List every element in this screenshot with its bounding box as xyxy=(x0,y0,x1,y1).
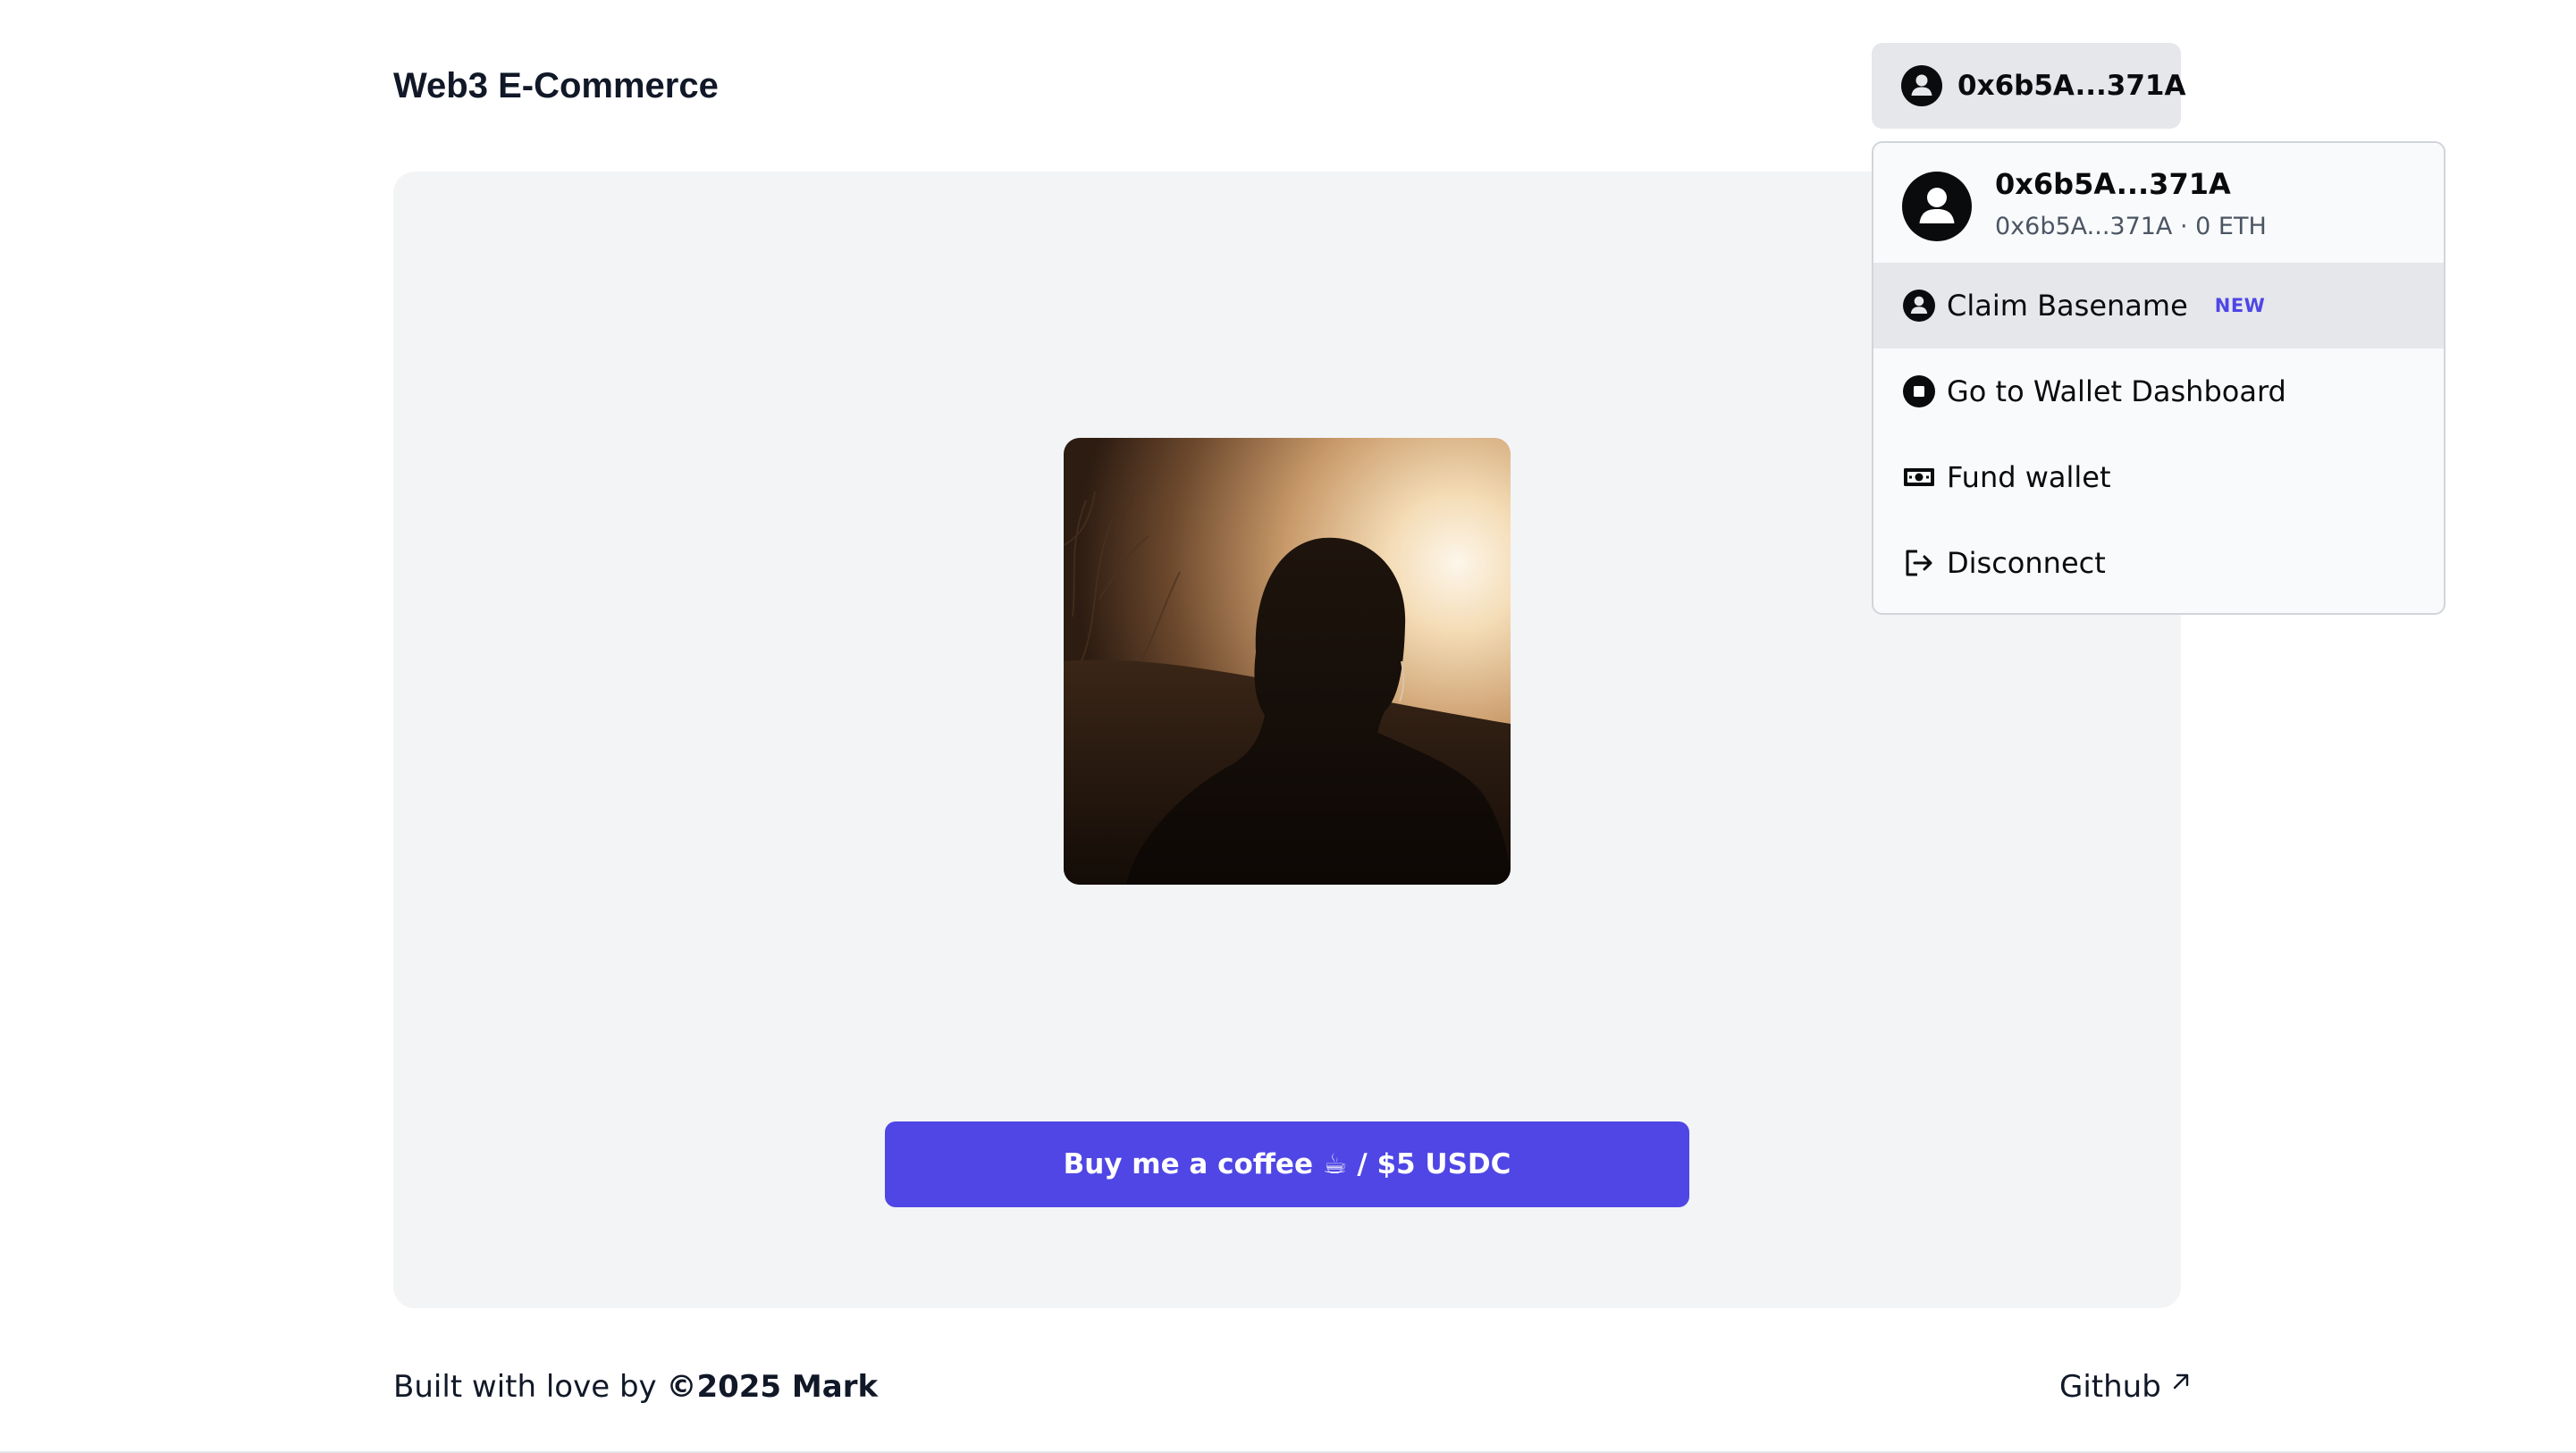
wallet-dashboard-icon xyxy=(1903,375,1935,407)
site-title: Web3 E-Commerce xyxy=(393,66,719,105)
silhouette-photo xyxy=(1064,438,1511,885)
dropdown-name: 0x6b5A...371A xyxy=(1995,167,2231,201)
github-link[interactable]: Github xyxy=(2059,1367,2192,1407)
fund-wallet-item[interactable]: Fund wallet xyxy=(1873,434,2444,520)
buy-coffee-button[interactable]: Buy me a coffee ☕ / $5 USDC xyxy=(885,1121,1689,1207)
dropdown-identity: 0x6b5A...371A 0x6b5A...371A · 0 ETH xyxy=(1873,143,2444,263)
footer-credit: Built with love by ©2025 Mark xyxy=(393,1367,878,1407)
arrow-up-right-icon xyxy=(2173,1373,2189,1390)
wallet-dashboard-item[interactable]: Go to Wallet Dashboard xyxy=(1873,349,2444,434)
wallet-address: 0x6b5A...371A xyxy=(1957,70,2186,102)
user-circle-icon xyxy=(1901,65,1942,106)
github-link-label: Github xyxy=(2059,1369,2161,1405)
claim-basename-item[interactable]: Claim Basename NEW xyxy=(1873,263,2444,349)
disconnect-item[interactable]: Disconnect xyxy=(1873,520,2444,606)
dropdown-address-balance: 0x6b5A...371A · 0 ETH xyxy=(1995,213,2267,240)
cash-icon xyxy=(1904,468,1934,486)
user-circle-icon xyxy=(1903,290,1935,322)
fund-wallet-label: Fund wallet xyxy=(1947,460,2111,494)
logout-icon xyxy=(1906,550,1932,576)
claim-basename-label: Claim Basename xyxy=(1947,289,2188,323)
wallet-dashboard-label: Go to Wallet Dashboard xyxy=(1947,374,2286,408)
wallet-connect-button[interactable]: 0x6b5A...371A xyxy=(1872,43,2186,129)
footer-credit-prefix: Built with love by xyxy=(393,1369,667,1405)
product-image xyxy=(1064,438,1511,885)
avatar-icon xyxy=(1902,172,1972,241)
footer-credit-author: ©2025 Mark xyxy=(666,1369,879,1405)
new-badge: NEW xyxy=(2214,295,2266,316)
wallet-dropdown: 0x6b5A...371A 0x6b5A...371A · 0 ETH Clai… xyxy=(1872,141,2446,615)
disconnect-label: Disconnect xyxy=(1947,546,2106,580)
